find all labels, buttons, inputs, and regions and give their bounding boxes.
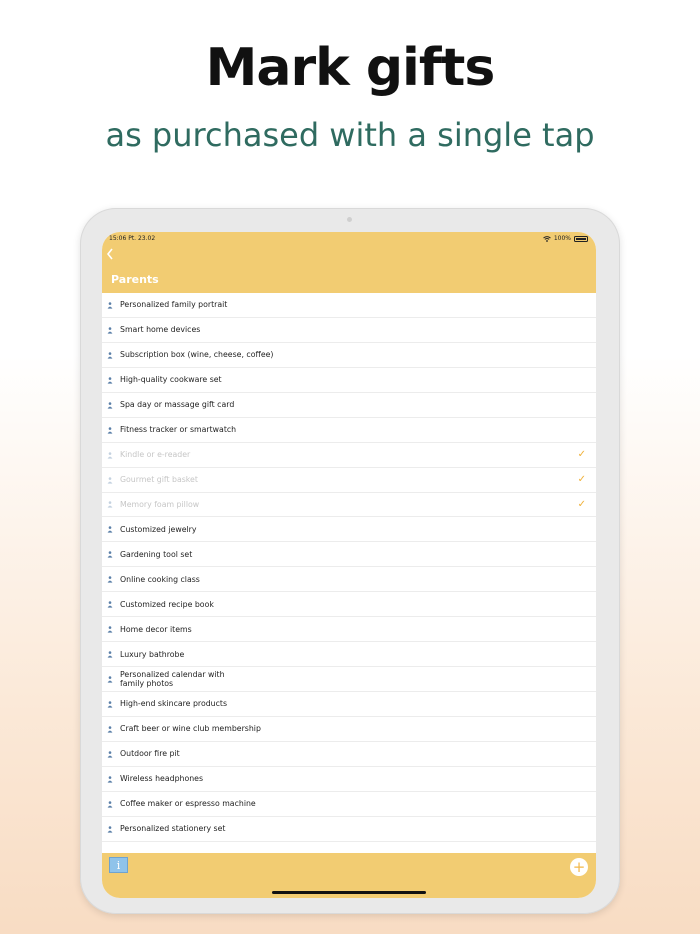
add-gift-button[interactable]: + [570,858,588,876]
person-icon [107,476,113,484]
person-icon [107,651,113,658]
gift-item-label: Home decor items [120,624,192,634]
gift-item-label: Craft beer or wine club membership [120,724,261,734]
promo-subline: as purchased with a single tap [105,116,595,154]
battery-percent: 100% [553,235,571,242]
gift-item-label: Kindle or e-reader [120,450,191,460]
gift-item-label: Wireless headphones [120,774,204,784]
gift-list-item[interactable]: Wireless headphones [102,767,596,792]
checkmark-icon: ✓ [577,498,586,510]
person-icon [107,626,113,633]
status-time: 15:06 Pt. 23.02 [109,235,156,242]
checkmark-icon: ✓ [577,474,586,486]
back-button[interactable] [106,248,114,264]
gift-list-item[interactable]: Personalized family portrait [102,293,596,318]
person-icon [107,825,113,833]
app-screen: 15:06 Pt. 23.02 100% Parents Personalize… [102,232,596,898]
person-icon [107,701,113,708]
home-indicator[interactable] [272,891,426,894]
gift-item-label: Smart home devices [120,325,201,335]
status-indicators: 100% [543,235,588,242]
person-icon [107,302,113,309]
person-icon [107,501,113,509]
gift-list-item[interactable]: Gourmet gift basket ✓ [102,468,596,493]
person-icon [107,327,113,334]
person-icon [107,451,113,459]
gift-item-label: Memory foam pillow [120,499,200,509]
person-icon [107,551,113,558]
person-icon [107,801,113,808]
gift-item-label: Coffee maker or espresso machine [120,799,256,809]
gift-item-label: Gardening tool set [120,549,193,559]
page-title: Parents [111,273,159,286]
battery-icon [574,235,588,242]
person-icon [107,601,113,608]
promo-headline: Mark gifts [205,38,496,98]
gift-list-item[interactable]: Craft beer or wine club membership [102,717,596,742]
person-icon [107,352,113,359]
person-icon [107,676,113,683]
info-button[interactable]: i [109,857,128,873]
chevron-left-icon [106,248,113,260]
gift-item-label: Personalized stationery set [120,824,226,834]
gift-list-item[interactable]: High-end skincare products [102,692,596,717]
gift-list-item[interactable]: Personalized calendar with family photos [102,667,596,692]
gift-item-label: High-end skincare products [120,699,228,709]
gift-list-item[interactable]: Online cooking class [102,567,596,593]
navigation-bar: 15:06 Pt. 23.02 100% Parents [102,232,596,293]
gift-list-item[interactable]: Luxury bathrobe [102,642,596,668]
gift-list-item[interactable]: Home decor items [102,617,596,643]
person-icon [107,576,113,583]
person-icon [107,776,113,783]
gift-list-item[interactable]: Gardening tool set [102,542,596,568]
wifi-icon [543,235,551,242]
gift-item-label: Subscription box (wine, cheese, coffee) [120,350,274,360]
gift-list-item[interactable]: Spa day or massage gift card [102,393,596,418]
checkmark-icon: ✓ [577,449,586,461]
gift-item-label: Personalized family portrait [120,300,228,310]
gift-item-label: High-quality cookware set [120,375,222,385]
gift-item-label: Luxury bathrobe [120,649,185,659]
gift-item-label: Spa day or massage gift card [120,400,235,410]
person-icon [107,426,113,434]
gift-list-item[interactable]: High-quality cookware set [102,368,596,393]
tablet-frame: 15:06 Pt. 23.02 100% Parents Personalize… [80,208,620,914]
gift-item-label: Personalized calendar with family photos [120,670,225,689]
person-icon [107,377,113,384]
gift-item-label: Outdoor fire pit [120,749,180,759]
gift-list-item[interactable]: Outdoor fire pit [102,742,596,767]
gift-list-item[interactable]: Customized recipe book [102,592,596,618]
gift-item-label: Fitness tracker or smartwatch [120,425,237,435]
person-icon [107,402,113,409]
person-icon [107,526,113,534]
gift-list-item[interactable]: Customized jewelry [102,517,596,543]
gift-list-item[interactable]: Subscription box (wine, cheese, coffee) [102,343,596,368]
gift-item-label: Online cooking class [120,574,200,584]
gift-list-item[interactable]: Kindle or e-reader ✓ [102,443,596,468]
gift-list: Personalized family portrait Smart home d… [102,293,596,853]
gift-list-item[interactable]: Coffee maker or espresso machine [102,792,596,817]
gift-list-item[interactable]: Memory foam pillow ✓ [102,493,596,518]
gift-item-label: Gourmet gift basket [120,475,198,485]
camera [347,217,352,222]
bottom-toolbar: i + [102,853,596,898]
gift-list-item[interactable]: Personalized stationery set [102,817,596,842]
person-icon [107,726,113,733]
gift-item-label: Customized jewelry [120,524,197,534]
gift-list-item[interactable]: Fitness tracker or smartwatch [102,418,596,443]
gift-item-label: Customized recipe book [120,599,214,609]
gift-list-item[interactable]: Smart home devices [102,318,596,343]
person-icon [107,751,113,758]
